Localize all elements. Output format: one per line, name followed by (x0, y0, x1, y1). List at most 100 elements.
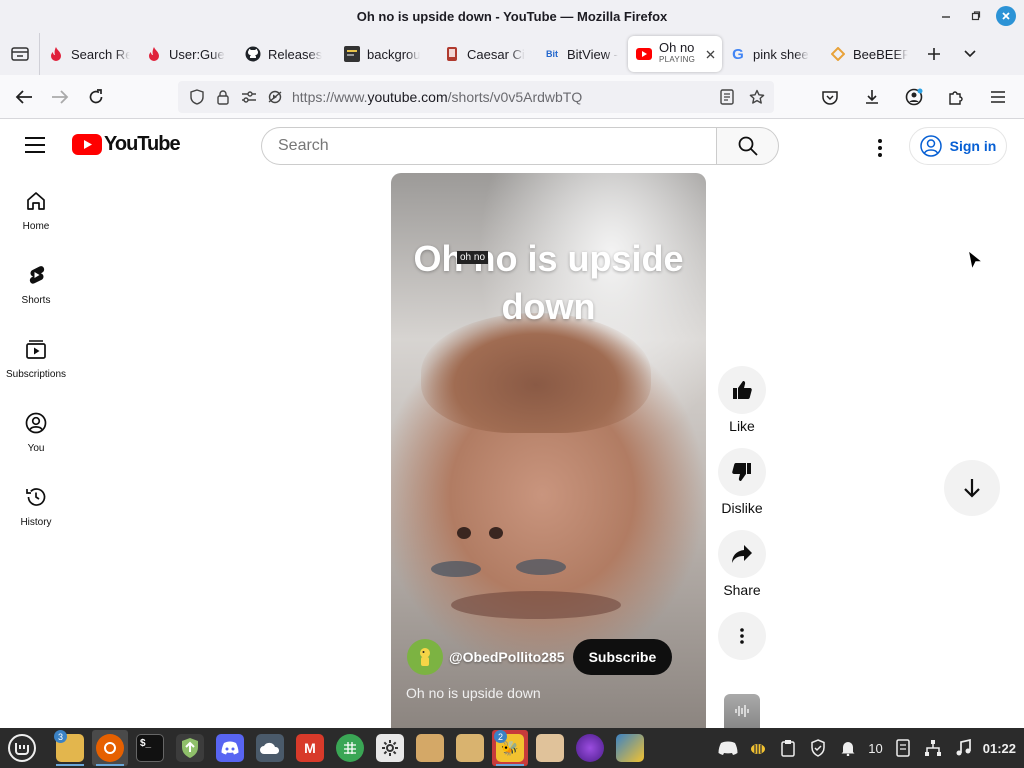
more-vertical-icon (740, 628, 744, 644)
share-button[interactable] (718, 530, 766, 578)
url-text: https://www.youtube.com/shorts/v0v5Ardwb… (292, 89, 582, 105)
music-note-icon[interactable] (953, 738, 973, 758)
dislike-button[interactable] (718, 448, 766, 496)
cloud-icon (256, 734, 284, 762)
notification-bell-icon[interactable] (838, 738, 858, 758)
taskbar-firefox[interactable] (92, 730, 128, 766)
taskbar-terminal[interactable]: $_ (132, 730, 168, 766)
tab-search-results[interactable]: Search Re (40, 36, 138, 72)
plus-icon (928, 48, 940, 60)
extensions-button[interactable] (938, 81, 974, 113)
taskbar-files[interactable]: 3 (52, 730, 88, 766)
guide-label: History (20, 516, 52, 528)
arrow-left-icon (15, 89, 32, 104)
youtube-logo[interactable]: YouTube (72, 133, 181, 156)
bookmark-star-icon[interactable] (744, 84, 770, 110)
autoplay-blocked-icon[interactable] (262, 84, 288, 110)
channel-name[interactable]: @ObedPollito285 (449, 649, 565, 665)
navigation-toolbar: https://www.youtube.com/shorts/v0v5Ardwb… (0, 75, 1024, 119)
channel-avatar[interactable] (407, 639, 443, 675)
taskbar-internet-app[interactable] (612, 730, 648, 766)
search-input[interactable] (278, 137, 716, 155)
short-video-player[interactable]: Oh no is upside down oh no @ObedPollito2… (391, 173, 706, 728)
taskbar-spreadsheet[interactable] (332, 730, 368, 766)
discord-tray-icon[interactable] (718, 738, 738, 758)
bee-tray-icon[interactable] (748, 738, 768, 758)
close-tab-button[interactable] (706, 47, 715, 62)
tracking-protection-icon[interactable] (184, 84, 210, 110)
tab-bitview[interactable]: Bit BitView - (536, 36, 628, 72)
video-frame-detail (451, 591, 621, 619)
app-menu-button[interactable] (980, 81, 1016, 113)
network-icon[interactable] (923, 738, 943, 758)
pocket-button[interactable] (812, 81, 848, 113)
permissions-icon[interactable] (236, 84, 262, 110)
settings-menu-button[interactable] (868, 136, 892, 160)
video-frame-detail (516, 559, 566, 575)
taskbar-archive-1[interactable] (412, 730, 448, 766)
maximize-button[interactable] (966, 6, 986, 26)
next-short-button[interactable] (944, 460, 1000, 516)
close-window-button[interactable] (996, 6, 1016, 26)
video-caption[interactable]: Oh no is upside down (406, 685, 541, 701)
tab-releases[interactable]: Releases (237, 36, 336, 72)
taskbar-discord[interactable] (212, 730, 248, 766)
sign-in-button[interactable]: Sign in (909, 127, 1007, 165)
window-count-badge: 3 (54, 730, 67, 743)
short-action-rail: Like Dislike Share (718, 366, 766, 674)
back-button[interactable] (6, 81, 42, 113)
subscriptions-icon (26, 339, 46, 359)
taskbar-beebeep[interactable]: 🐝 2 (492, 730, 528, 766)
firefox-view-button[interactable] (0, 33, 40, 75)
guide-item-you[interactable]: You (0, 395, 72, 469)
account-button[interactable] (896, 81, 932, 113)
sound-button[interactable] (724, 694, 760, 728)
taskbar-archive-3[interactable] (532, 730, 568, 766)
more-actions-button[interactable] (718, 612, 766, 660)
guide-label: Home (22, 220, 50, 232)
tab-caesar-cipher[interactable]: Caesar Ci (436, 36, 536, 72)
lock-icon[interactable] (210, 84, 236, 110)
taskbar-archive-2[interactable] (452, 730, 488, 766)
downloads-button[interactable] (854, 81, 890, 113)
guide-item-shorts[interactable]: Shorts (0, 247, 72, 321)
reader-view-icon[interactable] (714, 84, 740, 110)
clock[interactable]: 01:22 (983, 741, 1016, 756)
guide-item-history[interactable]: History (0, 469, 72, 543)
tab-beebeep[interactable]: BeeBEEP (822, 36, 916, 72)
minimize-icon (942, 16, 950, 18)
history-icon (26, 487, 46, 506)
subscribe-button[interactable]: Subscribe (572, 639, 673, 675)
forward-button[interactable] (42, 81, 78, 113)
guide-item-subscriptions[interactable]: Subscriptions (0, 321, 72, 395)
shield-tray-icon[interactable] (808, 738, 828, 758)
tablet-icon (444, 46, 460, 62)
tab-oh-no-playing[interactable]: Oh no PLAYING (628, 36, 722, 72)
new-tab-button[interactable] (916, 36, 952, 72)
document-tray-icon[interactable] (893, 738, 913, 758)
reload-button[interactable] (78, 81, 114, 113)
minimize-button[interactable] (936, 6, 956, 26)
taskbar-update-manager[interactable] (172, 730, 208, 766)
tab-background[interactable]: backgrou (336, 36, 436, 72)
account-icon (905, 88, 923, 106)
window-title: Oh no is upside down - YouTube — Mozilla… (356, 9, 668, 24)
like-button[interactable] (718, 366, 766, 414)
shorts-icon (29, 265, 45, 284)
taskbar-purple-app[interactable] (572, 730, 608, 766)
tab-pink-sheet[interactable]: G pink shee (722, 36, 822, 72)
clipboard-tray-icon[interactable] (778, 738, 798, 758)
taskbar-mario-game[interactable]: M (292, 730, 328, 766)
guide-menu-button[interactable] (24, 136, 46, 159)
search-button[interactable] (716, 127, 779, 165)
share-label: Share (723, 582, 761, 598)
tab-user-guest[interactable]: User:Gue (138, 36, 237, 72)
arrow-down-icon (964, 479, 980, 498)
taskbar-settings[interactable] (372, 730, 408, 766)
taskbar-cloud-app[interactable] (252, 730, 288, 766)
hamburger-icon (25, 137, 45, 153)
guide-item-home[interactable]: Home (0, 173, 72, 247)
start-menu-button[interactable] (4, 730, 40, 766)
url-bar[interactable]: https://www.youtube.com/shorts/v0v5Ardwb… (178, 81, 774, 113)
list-all-tabs-button[interactable] (952, 36, 988, 72)
